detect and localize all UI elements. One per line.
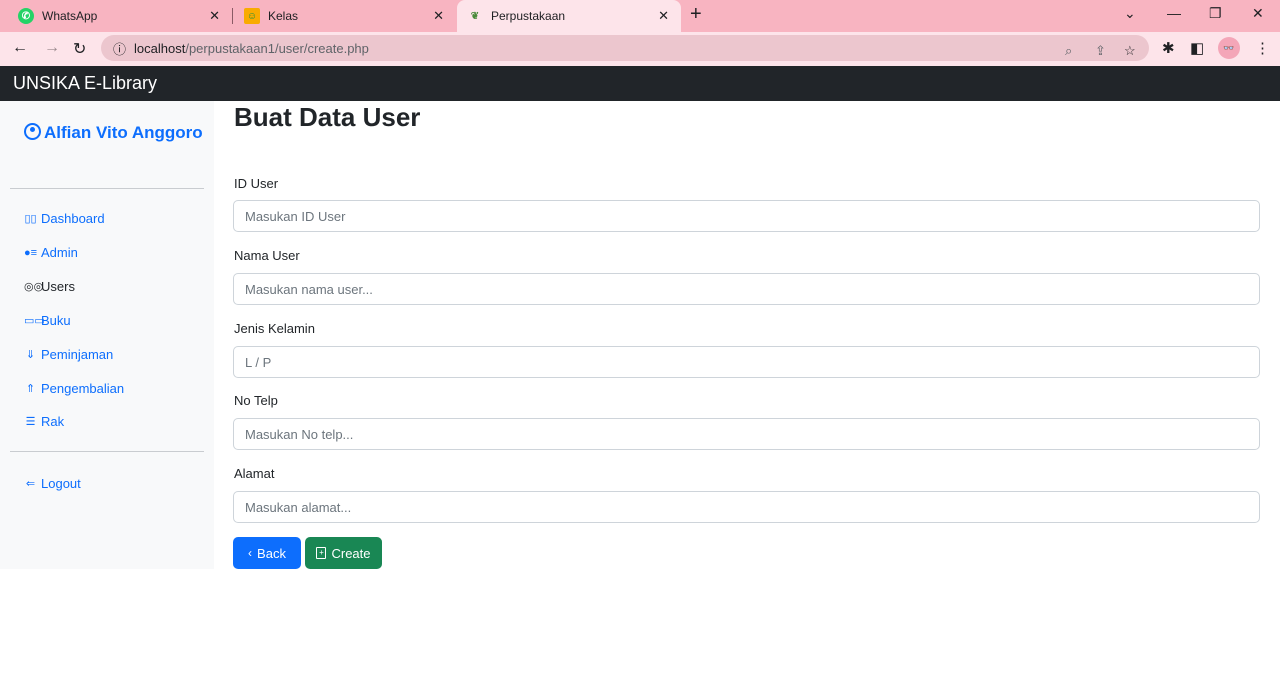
address-bar[interactable]: ⓘ localhost/perpustakaan1/user/create.ph… <box>101 35 1149 61</box>
bookmark-star-icon[interactable]: ☆ <box>1124 43 1136 59</box>
shelf-icon: ☰ <box>25 416 36 428</box>
no-telp-label: No Telp <box>234 393 278 408</box>
sidebar-item-users[interactable]: ◎◎ Users <box>24 279 75 294</box>
sidebar-item-label: Peminjaman <box>41 347 114 362</box>
minimize-icon[interactable]: — <box>1167 5 1181 21</box>
users-icon: ◎◎ <box>24 281 44 293</box>
jenis-kelamin-input[interactable] <box>233 346 1260 378</box>
zoom-icon[interactable]: ⌕ <box>1065 43 1072 59</box>
browser-toolbar: ← → ↻ ⓘ localhost/perpustakaan1/user/cre… <box>0 32 1280 66</box>
site-info-icon[interactable]: ⓘ <box>113 39 126 58</box>
create-button[interactable]: + Create <box>305 537 382 569</box>
profile-avatar[interactable]: 👓 <box>1218 37 1240 59</box>
nama-user-input[interactable] <box>233 273 1260 305</box>
app-navbar: UNSIKA E-Library <box>0 66 1280 101</box>
share-icon[interactable]: ⇪ <box>1095 43 1106 59</box>
sidebar-item-peminjaman[interactable]: ⇓ Peminjaman <box>24 347 113 362</box>
id-user-label: ID User <box>234 176 279 191</box>
url-host: localhost <box>134 40 186 56</box>
back-button-label: Back <box>257 545 286 561</box>
return-icon: ⇑ <box>25 383 36 395</box>
admin-icon: ●≡ <box>24 246 38 259</box>
reload-icon[interactable]: ↻ <box>73 39 86 59</box>
sidebar-item-admin[interactable]: ●≡ Admin <box>24 245 78 260</box>
alamat-input[interactable] <box>233 491 1260 523</box>
sidebar-item-rak[interactable]: ☰ Rak <box>24 414 65 429</box>
close-tab-icon[interactable]: ✕ <box>209 8 220 24</box>
sidebar-item-label: Logout <box>41 476 81 491</box>
sidebar-item-logout[interactable]: ⇐ Logout <box>24 476 81 491</box>
sidebar: Alfian Vito Anggoro ▯▯ Dashboard ●≡ Admin … <box>0 101 214 569</box>
sidebar-user: Alfian Vito Anggoro <box>24 122 204 143</box>
browser-tab-bar: ✆ WhatsApp ✕ ☺ Kelas ✕ ❦ Perpustakaan ✕ … <box>0 0 1280 32</box>
nama-user-label: Nama User <box>234 248 300 263</box>
side-panel-icon[interactable]: ◧ <box>1190 39 1204 57</box>
close-tab-icon[interactable]: ✕ <box>658 8 669 24</box>
tab-title: Kelas <box>268 9 299 23</box>
close-tab-icon[interactable]: ✕ <box>433 8 444 24</box>
no-telp-input[interactable] <box>233 418 1260 450</box>
sidebar-item-label: Rak <box>41 414 65 429</box>
tab-title: WhatsApp <box>42 9 98 23</box>
sidebar-item-label: Admin <box>41 245 78 260</box>
create-button-label: Create <box>331 545 371 561</box>
tab-whatsapp[interactable]: ✆ WhatsApp ✕ <box>8 0 232 32</box>
whatsapp-icon: ✆ <box>18 8 34 24</box>
back-button[interactable]: ‹ Back <box>233 537 301 569</box>
classroom-icon: ☺ <box>244 8 260 24</box>
tab-search-icon[interactable]: ⌄ <box>1124 5 1136 22</box>
sidebar-item-dashboard[interactable]: ▯▯ Dashboard <box>24 211 105 226</box>
user-name: Alfian Vito Anggoro <box>44 123 203 142</box>
tab-title: Perpustakaan <box>491 9 566 23</box>
tab-perpustakaan[interactable]: ❦ Perpustakaan ✕ <box>457 0 681 32</box>
tab-kelas[interactable]: ☺ Kelas ✕ <box>234 0 456 32</box>
user-circle-icon <box>24 123 41 140</box>
library-icon: ❦ <box>470 10 480 22</box>
menu-kebab-icon[interactable]: ⋮ <box>1255 39 1270 57</box>
sidebar-item-buku[interactable]: ▭▭ Buku <box>24 313 71 328</box>
sidebar-item-label: Users <box>41 279 75 294</box>
book-icon: ▭▭ <box>24 315 45 327</box>
url-path: /perpustakaan1/user/create.php <box>185 40 369 56</box>
alamat-label: Alamat <box>234 466 275 481</box>
divider <box>10 188 204 189</box>
back-arrow-icon[interactable]: ← <box>12 39 28 57</box>
page-title: Buat Data User <box>234 102 421 132</box>
sidebar-item-label: Buku <box>41 313 71 328</box>
sidebar-item-label: Dashboard <box>41 211 105 226</box>
extensions-icon[interactable]: ✱ <box>1162 39 1175 57</box>
tab-separator <box>232 8 233 24</box>
restore-icon[interactable]: ❐ <box>1209 5 1222 22</box>
sidebar-item-pengembalian[interactable]: ⇑ Pengembalian <box>24 381 124 396</box>
borrow-icon: ⇓ <box>25 349 36 361</box>
dashboard-icon: ▯▯ <box>24 213 37 225</box>
new-tab-icon[interactable]: + <box>690 3 702 26</box>
sidebar-item-label: Pengembalian <box>41 381 125 396</box>
jenis-kelamin-label: Jenis Kelamin <box>234 321 315 336</box>
divider <box>10 451 204 452</box>
file-plus-icon: + <box>316 547 327 559</box>
forward-arrow-icon[interactable]: → <box>44 39 60 57</box>
logout-icon: ⇐ <box>25 478 36 490</box>
app-brand[interactable]: UNSIKA E-Library <box>13 73 157 93</box>
id-user-input[interactable] <box>233 200 1260 232</box>
close-window-icon[interactable]: ✕ <box>1252 5 1264 22</box>
chevron-left-icon: ‹ <box>248 546 253 560</box>
